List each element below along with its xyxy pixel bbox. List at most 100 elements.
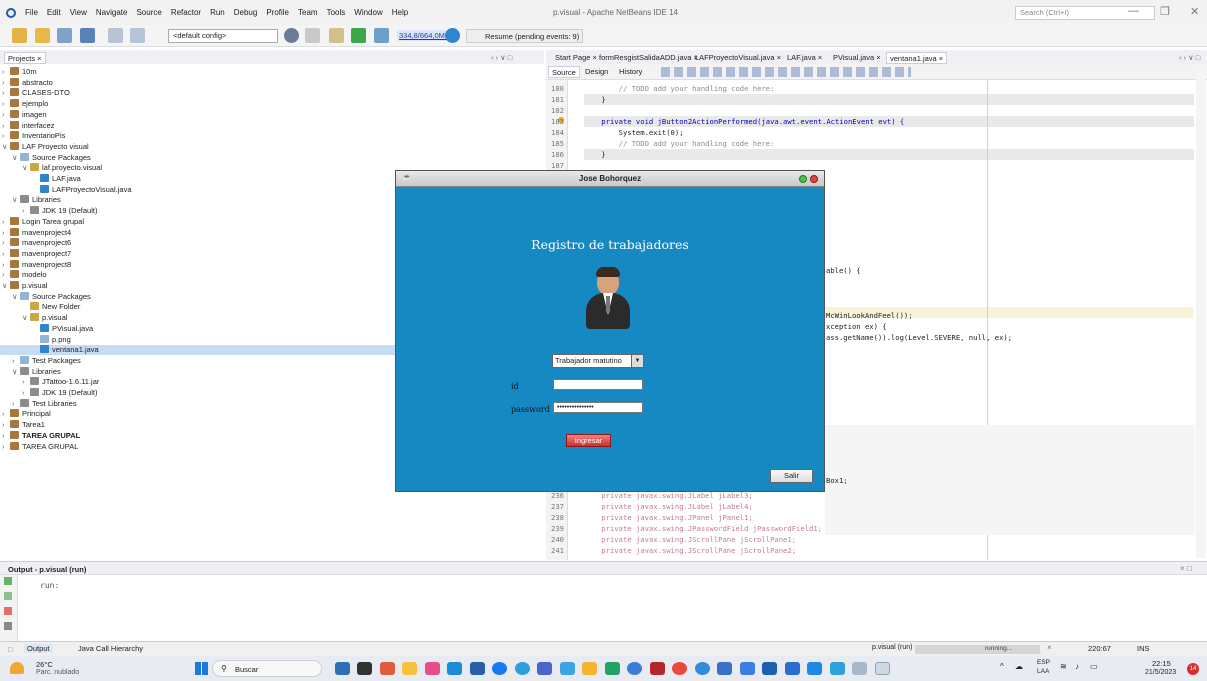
menu-file[interactable]: File: [25, 8, 38, 17]
mode-design[interactable]: Design: [582, 66, 611, 78]
tree-item[interactable]: ∨ LAF Proyecto visual: [0, 141, 544, 152]
chevron-down-icon[interactable]: ∨: [22, 313, 30, 323]
menu-source[interactable]: Source: [136, 8, 161, 17]
code-line[interactable]: xception ex) {: [826, 321, 887, 332]
volume-icon[interactable]: ♪: [1075, 662, 1079, 671]
editor-tab[interactable]: formResgistSalidaADD.java ×: [596, 52, 701, 64]
config-select[interactable]: <default config>: [168, 29, 278, 43]
taskbar-app-icon[interactable]: [852, 662, 867, 675]
close-tab-icon[interactable]: ×: [775, 53, 781, 62]
battery-icon[interactable]: ▭: [1090, 662, 1098, 671]
password-field[interactable]: •••••••••••••••: [553, 402, 643, 413]
dialog-title-bar[interactable]: ☕ Jose Bohorquez: [396, 171, 824, 187]
run-icon[interactable]: [351, 28, 366, 43]
taskbar-app-icon[interactable]: [470, 662, 485, 675]
new-project-icon[interactable]: [35, 28, 50, 43]
hammer-icon[interactable]: [329, 28, 344, 43]
id-input[interactable]: [553, 379, 643, 390]
chevron-right-icon[interactable]: ›: [22, 206, 30, 216]
tree-item[interactable]: › CLASES-DTO: [0, 88, 544, 98]
taskbar-app-icon[interactable]: [492, 662, 507, 675]
code-line[interactable]: McWinLookAndFeel());: [826, 310, 913, 321]
shift-select[interactable]: Trabajador matutino ▼: [552, 354, 644, 368]
resume-button[interactable]: Resume (pending events: 9): [466, 29, 584, 43]
chevron-down-icon[interactable]: ∨: [2, 142, 10, 152]
chevron-right-icon[interactable]: ›: [2, 238, 10, 248]
profile-icon[interactable]: [445, 28, 460, 43]
editor-tab[interactable]: LAFProyectoVisual.java ×: [692, 52, 784, 64]
taskbar-app-icon[interactable]: [380, 662, 395, 675]
menu-refactor[interactable]: Refactor: [171, 8, 201, 17]
mode-source[interactable]: Source: [548, 66, 580, 78]
taskbar-app-icon[interactable]: [335, 662, 350, 675]
menu-view[interactable]: View: [70, 8, 87, 17]
code-line[interactable]: private javax.swing.JScrollPane jScrollP…: [584, 545, 796, 556]
taskbar-app-icon[interactable]: [402, 662, 417, 675]
editor-action-icons[interactable]: [661, 67, 911, 77]
code-line[interactable]: private javax.swing.JPanel jPanel1;: [584, 512, 752, 523]
menu-edit[interactable]: Edit: [47, 8, 61, 17]
menu-help[interactable]: Help: [392, 8, 408, 17]
undo-icon[interactable]: [108, 28, 123, 43]
salir-button[interactable]: Salir: [770, 469, 813, 483]
chevron-right-icon[interactable]: ›: [2, 420, 10, 430]
chevron-right-icon[interactable]: ›: [2, 88, 10, 98]
taskbar-app-icon[interactable]: [762, 662, 777, 675]
ingresar-button[interactable]: Ingresar: [566, 434, 611, 447]
taskbar-search-input[interactable]: ⚲ Buscar: [212, 660, 322, 677]
chevron-right-icon[interactable]: ›: [2, 121, 10, 131]
windows-start-icon[interactable]: [195, 662, 208, 675]
chevron-down-icon[interactable]: ∨: [12, 195, 20, 205]
rerun-icon[interactable]: [4, 577, 12, 585]
tab-projects[interactable]: Projects ×: [4, 52, 46, 64]
taskbar-app-icon[interactable]: [627, 662, 642, 675]
chevron-right-icon[interactable]: ›: [22, 377, 30, 387]
chevron-right-icon[interactable]: ›: [12, 399, 20, 409]
taskbar-app-icon[interactable]: [357, 662, 372, 675]
clean-build-icon[interactable]: [305, 28, 320, 43]
mode-history[interactable]: History: [616, 66, 645, 78]
editor-tab[interactable]: ventana1.java ×: [886, 52, 948, 64]
menu-profile[interactable]: Profile: [266, 8, 289, 17]
memory-indicator[interactable]: 334,8/664,0MB: [397, 30, 452, 41]
code-line[interactable]: ass.getName()).log(Level.SEVERE, null, e…: [826, 332, 1012, 343]
chevron-right-icon[interactable]: ›: [22, 388, 30, 398]
editor-tab[interactable]: PVisual.java ×: [830, 52, 884, 64]
restore-icon[interactable]: ❐: [1160, 5, 1170, 18]
save-all-icon[interactable]: [80, 28, 95, 43]
notification-badge[interactable]: 14: [1187, 663, 1199, 675]
tray-chevron-icon[interactable]: ^: [1000, 662, 1004, 671]
code-line[interactable]: private javax.swing.JScrollPane jScrollP…: [584, 534, 796, 545]
chevron-right-icon[interactable]: ›: [2, 67, 10, 77]
chevron-down-icon[interactable]: ▼: [631, 355, 643, 367]
chevron-down-icon[interactable]: ∨: [12, 153, 20, 163]
wifi-icon[interactable]: ≋: [1060, 662, 1067, 671]
chevron-right-icon[interactable]: ›: [2, 249, 10, 259]
chevron-right-icon[interactable]: ›: [12, 356, 20, 366]
chevron-down-icon[interactable]: ∨: [22, 163, 30, 173]
code-line[interactable]: able() {: [826, 265, 861, 276]
output-console[interactable]: run:: [0, 575, 1207, 641]
output-panel-controls[interactable]: × □: [1180, 564, 1192, 573]
taskbar-app-icon[interactable]: [672, 662, 687, 675]
tab-java-call-hierarchy[interactable]: Java Call Hierarchy: [78, 644, 143, 653]
tree-item[interactable]: › InventarioPis: [0, 131, 544, 141]
build-icon[interactable]: [284, 28, 299, 43]
chevron-right-icon[interactable]: ›: [2, 78, 10, 88]
taskbar-app-icon[interactable]: [807, 662, 822, 675]
taskbar-app-icon[interactable]: [875, 662, 890, 675]
panel-nav-icons[interactable]: ‹ › ∨ □: [488, 52, 515, 64]
code-line[interactable]: // TODO add your handling code here:: [584, 83, 775, 94]
maximize-dot-icon[interactable]: [799, 175, 807, 183]
tree-item[interactable]: › ejemplo: [0, 99, 544, 109]
editor-nav-icons[interactable]: ‹ › ∨ □: [1176, 52, 1203, 64]
taskbar-app-icon[interactable]: [425, 662, 440, 675]
open-project-icon[interactable]: [57, 28, 72, 43]
code-line[interactable]: Box1;: [826, 475, 848, 486]
taskbar-app-icon[interactable]: [740, 662, 755, 675]
language-indicator[interactable]: ESP: [1037, 659, 1050, 666]
close-tab-icon[interactable]: ×: [816, 53, 822, 62]
taskbar-app-icon[interactable]: [650, 662, 665, 675]
tab-output[interactable]: Output: [24, 644, 53, 653]
menu-run[interactable]: Run: [210, 8, 225, 17]
